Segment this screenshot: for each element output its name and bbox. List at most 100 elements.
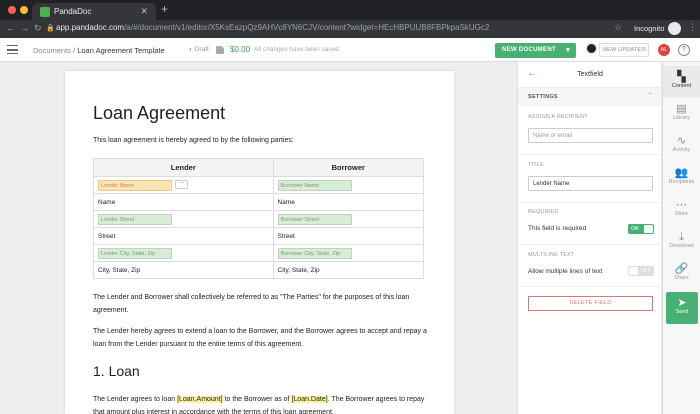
forward-icon[interactable]: →	[20, 23, 29, 33]
incognito-label: Incognito	[634, 24, 665, 33]
table-row[interactable]: Lender City, State, Zip Borrower City, St…	[93, 244, 424, 262]
table-row[interactable]: City, State, Zip City, State, Zip	[93, 261, 424, 279]
borrower-header: Borrower	[272, 158, 424, 177]
table-cell[interactable]: Borrower Name	[272, 176, 424, 194]
rail-share-button[interactable]: 🔗 Share	[663, 258, 700, 290]
new-updates-button[interactable]: NEW UPDATES!	[599, 43, 649, 57]
table-cell[interactable]: Lender Name ···	[93, 176, 274, 194]
document-title[interactable]: Loan Agreement	[93, 103, 225, 124]
field-options-icon[interactable]: ···	[175, 180, 188, 190]
table-cell[interactable]: Borrower City, State, Zip	[272, 244, 424, 262]
parties-table[interactable]: Lender Borrower Lender Name ··· Borrower N…	[93, 158, 424, 279]
table-cell[interactable]: City, State, Zip	[272, 261, 424, 279]
title-input[interactable]: Lender Name	[528, 176, 653, 191]
browser-menu-icon[interactable]: ⋮	[688, 22, 697, 33]
table-row[interactable]: Street Street	[93, 227, 424, 245]
editor-canvas[interactable]: Loan Agreement This loan agreement is he…	[0, 62, 517, 414]
table-cell[interactable]: Name	[272, 193, 424, 211]
table-cell[interactable]: Name	[93, 193, 274, 211]
library-icon: ▤	[676, 103, 687, 115]
multiline-toggle[interactable]: OFF	[628, 266, 654, 276]
panel-title: Textfield	[577, 71, 603, 78]
toggle-on-text: ON	[631, 226, 639, 232]
chevron-up-icon: ⌃	[647, 93, 653, 99]
incognito-avatar-icon[interactable]	[668, 22, 681, 35]
multiline-text: Allow multiple lines of text	[528, 268, 603, 275]
field-settings-panel: ← Textfield SETTINGS ⌃ ASSIGN A RECIPIENT…	[517, 62, 662, 414]
delete-field-button[interactable]: DELETE FIELD	[528, 296, 653, 311]
static-label: City, State, Zip	[98, 266, 141, 274]
recipients-icon: 👥	[674, 167, 689, 179]
document-name[interactable]: Loan Agreement Template	[77, 46, 164, 55]
table-cell[interactable]: City, State, Zip	[93, 261, 274, 279]
browser-tab[interactable]: PandaDoc ✕	[32, 3, 156, 20]
loan-paragraph[interactable]: The Lender agrees to loan [Loan.Amount] …	[93, 393, 428, 414]
parties-paragraph[interactable]: The Lender and Borrower shall collective…	[93, 291, 428, 317]
rail-library-button[interactable]: ▤ Library	[663, 98, 700, 130]
rail-more-button[interactable]: ⋯ More	[663, 194, 700, 226]
table-cell[interactable]: Lender Street	[93, 210, 274, 228]
hamburger-menu-icon[interactable]	[7, 45, 18, 54]
intro-paragraph[interactable]: This loan agreement is hereby agreed to …	[93, 137, 294, 144]
chevron-down-icon: ▾	[566, 47, 570, 54]
table-cell[interactable]: Street	[93, 227, 274, 245]
borrower-text-field[interactable]: Borrower Name	[277, 179, 352, 191]
lender-text-field[interactable]: Lender Name	[98, 179, 172, 191]
help-icon[interactable]: ?	[678, 44, 690, 56]
lender-text-field[interactable]: Lender City, State, Zip	[98, 247, 172, 259]
activity-icon: ∿	[676, 135, 687, 147]
close-window-button[interactable]	[8, 6, 16, 14]
new-tab-button[interactable]: +	[161, 2, 168, 16]
breadcrumb-separator: /	[73, 46, 76, 55]
panda-icon[interactable]	[585, 42, 598, 55]
static-label: City, State, Zip	[277, 266, 320, 274]
loan-text-a: The Lender agrees to loan	[93, 396, 178, 403]
table-row[interactable]: Lender Name ··· Borrower Name	[93, 176, 424, 194]
rail-content-button[interactable]: ▚ Content	[663, 66, 700, 98]
document-price[interactable]: $0.00	[230, 45, 250, 54]
loan-terms-paragraph[interactable]: The Lender hereby agrees to extend a loa…	[93, 325, 428, 351]
status-badge: ◐ Draft	[189, 46, 209, 53]
rail-label: Content	[671, 83, 692, 89]
rail-label: Send	[675, 309, 689, 315]
rail-send-button[interactable]: ➤ Send	[666, 292, 698, 324]
settings-section-header[interactable]: SETTINGS ⌃	[518, 88, 661, 106]
rail-activity-button[interactable]: ∿ Activity	[663, 130, 700, 162]
minimize-window-button[interactable]	[20, 6, 28, 14]
breadcrumb-documents-link[interactable]: Documents	[33, 46, 71, 55]
borrower-text-field[interactable]: Borrower Street	[277, 213, 352, 225]
status-text: Draft	[194, 46, 209, 53]
static-label: Street	[277, 232, 295, 240]
table-row[interactable]: Lender Street Borrower Street	[93, 210, 424, 228]
static-label: Name	[98, 198, 116, 206]
content-icon: ▚	[677, 71, 686, 83]
section-heading[interactable]: 1. Loan	[93, 363, 140, 379]
close-tab-icon[interactable]: ✕	[140, 6, 148, 17]
recipient-input[interactable]: Name or email	[528, 128, 653, 143]
url-field[interactable]: app.pandadoc.com/a/#/document/v1/editor/…	[56, 23, 489, 32]
table-cell[interactable]: Lender City, State, Zip	[93, 244, 274, 262]
lender-text-field[interactable]: Lender Street	[98, 213, 172, 225]
reload-icon[interactable]: ↻	[34, 23, 42, 34]
borrower-text-field[interactable]: Borrower City, State, Zip	[277, 247, 352, 259]
toggle-knob	[629, 267, 638, 275]
table-cell[interactable]: Borrower Street	[272, 210, 424, 228]
document-page[interactable]: Loan Agreement This loan agreement is he…	[65, 71, 454, 414]
rail-download-button[interactable]: ⤓ Download	[663, 226, 700, 258]
lender-header: Lender	[93, 158, 274, 177]
new-document-button[interactable]: NEW DOCUMENT ▾	[495, 43, 576, 58]
toggle-off-text: OFF	[641, 268, 651, 274]
back-icon[interactable]: ←	[6, 23, 15, 33]
static-label: Name	[277, 198, 295, 206]
avatar[interactable]: AL	[658, 44, 670, 56]
bookmark-star-icon[interactable]: ☆	[614, 22, 622, 33]
loan-date-variable[interactable]: [Loan.Date]	[291, 396, 328, 403]
table-row[interactable]: Name Name	[93, 193, 424, 211]
table-cell[interactable]: Street	[272, 227, 424, 245]
divider	[518, 154, 662, 155]
multiline-label: MULTILINE TEXT	[528, 252, 575, 258]
required-toggle[interactable]: ON	[628, 224, 654, 234]
rail-recipients-button[interactable]: 👥 Recipients	[663, 162, 700, 194]
loan-amount-variable[interactable]: [Loan.Amount]	[177, 396, 223, 403]
breadcrumb: Documents / Loan Agreement Template	[33, 46, 165, 55]
